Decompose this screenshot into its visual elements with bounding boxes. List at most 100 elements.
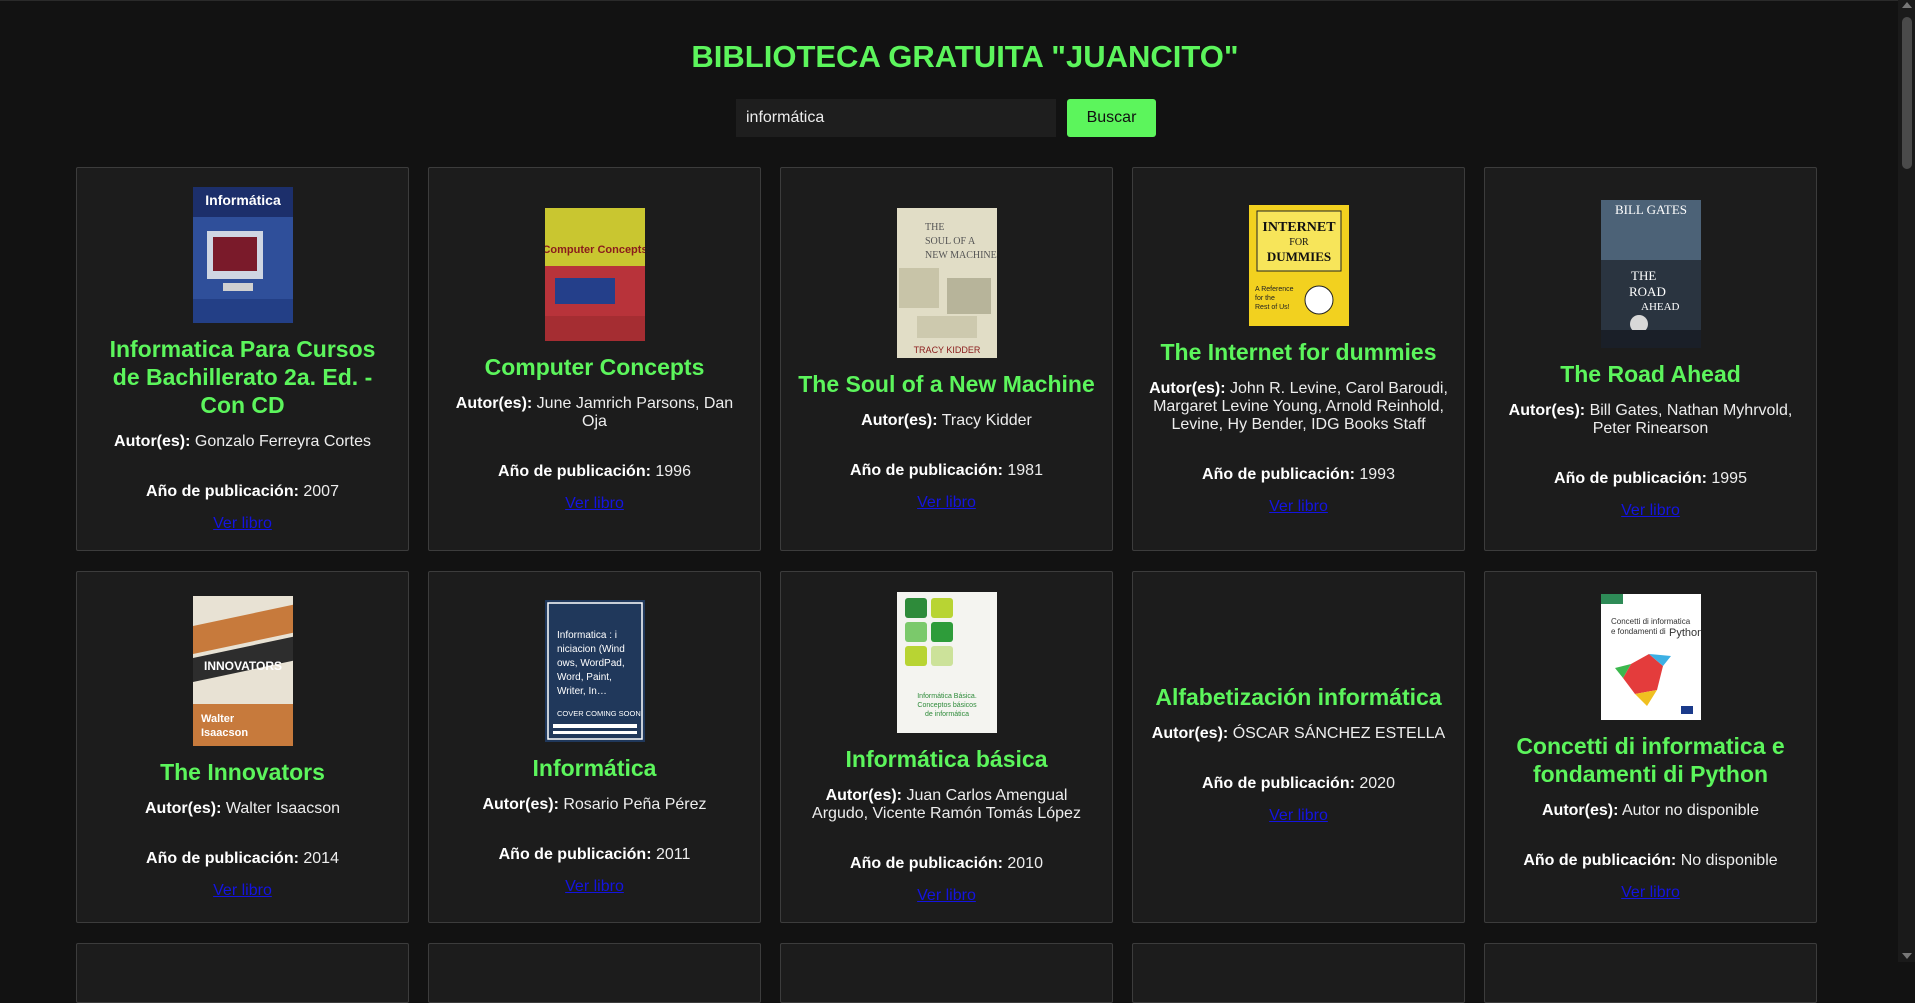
- year-label: Año de publicación:: [146, 850, 299, 867]
- search-input[interactable]: [736, 99, 1056, 137]
- year-label: Año de publicación:: [1523, 852, 1677, 869]
- book-card: Concetti di informatica e fondamenti di …: [1484, 571, 1817, 923]
- svg-text:INTERNET: INTERNET: [1262, 220, 1336, 235]
- svg-text:TRACY KIDDER: TRACY KIDDER: [913, 345, 980, 355]
- view-book-link[interactable]: Ver libro: [213, 882, 272, 900]
- year-value: 1995: [1711, 470, 1747, 487]
- year-label: Año de publicación:: [498, 846, 652, 863]
- svg-text:Informática: Informática: [205, 192, 281, 208]
- scroll-down-arrow-icon[interactable]: [1902, 953, 1912, 959]
- svg-text:DUMMIES: DUMMIES: [1266, 249, 1330, 264]
- book-cover-image: Informática Básica. Conceptos básicos de…: [896, 591, 997, 733]
- search-button[interactable]: Buscar: [1067, 99, 1156, 137]
- book-cover-image: THE SOUL OF A NEW MACHINE TRACY KIDDER: [896, 208, 997, 358]
- view-book-link[interactable]: Ver libro: [917, 887, 976, 905]
- book-authors: Autor(es): Autor no disponible: [1542, 802, 1759, 820]
- authors-label: Autor(es):: [1149, 379, 1226, 397]
- year-label: Año de publicación:: [850, 854, 1003, 872]
- year-value: 1993: [1359, 465, 1395, 483]
- book-authors: Autor(es): John R. Levine, Carol Baroudi…: [1149, 380, 1448, 434]
- book-cover-image: INNOVATORS Walter Isaacson: [192, 596, 293, 746]
- book-card: [1132, 943, 1465, 1003]
- book-card: [780, 943, 1113, 1003]
- svg-text:BILL GATES: BILL GATES: [1614, 202, 1686, 217]
- book-card: Computer Concepts Computer Concepts Auto…: [428, 167, 761, 551]
- authors-value: Autor no disponible: [1622, 802, 1759, 819]
- authors-value: Rosario Peña Pérez: [563, 796, 707, 813]
- book-cover-image: BILL GATES THE ROAD AHEAD: [1600, 200, 1701, 348]
- svg-text:Informática Básica.: Informática Básica.: [917, 693, 977, 700]
- book-year: Año de publicación: 2010: [850, 855, 1043, 873]
- svg-text:NEW MACHINE: NEW MACHINE: [925, 250, 997, 261]
- svg-text:INNOVATORS: INNOVATORS: [203, 659, 281, 673]
- scroll-thumb[interactable]: [1902, 17, 1912, 169]
- authors-label: Autor(es):: [482, 796, 559, 813]
- view-book-link[interactable]: Ver libro: [1269, 807, 1328, 825]
- year-label: Año de publicación:: [1202, 465, 1355, 483]
- year-value: 2010: [1007, 854, 1043, 872]
- book-card: Alfabetización informática Autor(es): ÓS…: [1132, 571, 1465, 923]
- authors-label: Autor(es):: [144, 800, 222, 817]
- book-card: BILL GATES THE ROAD AHEAD The Road Ahead…: [1484, 167, 1817, 551]
- book-title: Informática básica: [845, 745, 1048, 772]
- year-value: 2007: [303, 483, 339, 500]
- book-year: Año de publicación: 1996: [498, 463, 691, 481]
- book-authors: Autor(es): June Jamrich Parsons, Dan Oja: [445, 395, 744, 431]
- search-bar: Buscar: [736, 99, 1156, 137]
- svg-text:de informática: de informática: [925, 711, 969, 718]
- svg-text:COVER COMING SOON: COVER COMING SOON: [557, 709, 641, 718]
- book-year: Año de publicación: 2007: [146, 483, 339, 501]
- view-book-link[interactable]: Ver libro: [565, 878, 624, 896]
- book-title: Computer Concepts: [484, 353, 705, 380]
- svg-text:THE: THE: [925, 222, 944, 233]
- book-title: Informatica Para Cursos de Bachillerato …: [109, 336, 376, 418]
- book-card: [1484, 943, 1817, 1003]
- book-year: Año de publicación: 2011: [499, 846, 691, 864]
- svg-text:niciacion (Wind: niciacion (Wind: [557, 644, 625, 655]
- vertical-scrollbar[interactable]: [1898, 0, 1915, 962]
- view-book-link[interactable]: Ver libro: [1621, 502, 1680, 520]
- book-title: Informática: [532, 755, 657, 781]
- book-authors: Autor(es): Juan Carlos Amengual Argudo, …: [797, 787, 1096, 823]
- page: BIBLIOTECA GRATUITA "JUANCITO" Buscar In…: [0, 0, 1898, 1003]
- authors-label: Autor(es):: [1151, 725, 1229, 742]
- view-book-link[interactable]: Ver libro: [1269, 498, 1328, 516]
- book-card: INNOVATORS Walter Isaacson The Innovator…: [76, 571, 409, 923]
- book-title: The Internet for dummies: [1160, 338, 1437, 365]
- book-card: [428, 943, 761, 1003]
- svg-text:Walter: Walter: [201, 713, 235, 725]
- view-book-link[interactable]: Ver libro: [213, 515, 272, 533]
- year-value: 1981: [1007, 462, 1043, 479]
- year-label: Año de publicación:: [850, 462, 1003, 479]
- year-label: Año de publicación:: [498, 462, 651, 480]
- authors-label: Autor(es):: [455, 394, 533, 412]
- svg-text:Conceptos básicos: Conceptos básicos: [917, 702, 977, 709]
- book-authors: Autor(es): Bill Gates, Nathan Myhrvold, …: [1501, 402, 1800, 438]
- book-year: Año de publicación: 2020: [1202, 775, 1395, 793]
- view-book-link[interactable]: Ver libro: [917, 494, 976, 512]
- year-value: 2014: [303, 850, 339, 867]
- book-title: The Soul of a New Machine: [798, 371, 1095, 397]
- book-authors: Autor(es): ÓSCAR SÁNCHEZ ESTELLA: [1152, 725, 1445, 743]
- view-book-link[interactable]: Ver libro: [565, 495, 624, 513]
- authors-value: ÓSCAR SÁNCHEZ ESTELLA: [1232, 725, 1446, 742]
- view-book-link[interactable]: Ver libro: [1621, 884, 1680, 902]
- book-year: Año de publicación: 1995: [1554, 470, 1747, 488]
- svg-text:Isaacson: Isaacson: [201, 727, 248, 739]
- book-card: Informatica : i niciacion (Wind ows, Wor…: [428, 571, 761, 923]
- book-year: Año de publicación: 1981: [850, 462, 1043, 480]
- svg-text:Computer Concepts: Computer Concepts: [545, 244, 645, 256]
- authors-label: Autor(es):: [1508, 402, 1586, 419]
- svg-text:Writer, In…: Writer, In…: [557, 686, 607, 697]
- svg-text:ows, WordPad,: ows, WordPad,: [557, 658, 625, 669]
- book-year: Año de publicación: 2014: [146, 850, 339, 868]
- year-value: 1996: [655, 462, 691, 480]
- year-label: Año de publicación:: [1202, 775, 1355, 792]
- authors-label: Autor(es):: [1542, 802, 1619, 819]
- book-title: Concetti di informatica e fondamenti di …: [1516, 733, 1785, 787]
- book-cover-image: Informatica : i niciacion (Wind ows, Wor…: [544, 600, 645, 742]
- svg-text:e fondamenti di: e fondamenti di: [1611, 627, 1666, 636]
- book-card: THE SOUL OF A NEW MACHINE TRACY KIDDER T…: [780, 167, 1113, 551]
- scroll-up-arrow-icon[interactable]: [1902, 2, 1912, 8]
- svg-text:Concetti di informatica: Concetti di informatica: [1611, 617, 1691, 626]
